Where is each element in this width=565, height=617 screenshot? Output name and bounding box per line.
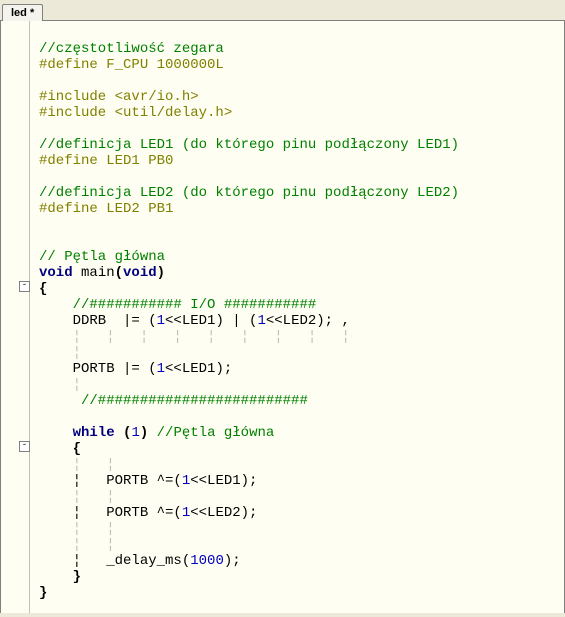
paren: ( (115, 425, 132, 441)
keyword-while: while (73, 425, 115, 441)
editor-gutter: - - (1, 21, 30, 613)
number: 1 (157, 361, 165, 377)
comment: //definicja LED1 (do którego pinu podłąc… (39, 137, 459, 153)
preproc-define: #define F_CPU 1000000L (39, 57, 224, 73)
stmt: ¦ PORTB ^=( (39, 505, 182, 521)
stmt: <<LED1); (165, 361, 232, 377)
paren: ) (140, 425, 157, 441)
indent-guide: ¦ ¦ (39, 457, 115, 473)
stmt: PORTB |= ( (39, 361, 157, 377)
keyword-void: void (39, 265, 73, 281)
paren: ( (115, 265, 123, 281)
stmt: ¦ PORTB ^=( (39, 473, 182, 489)
comment: //######################### (39, 393, 308, 409)
comment: //Pętla główna (157, 425, 275, 441)
keyword-void: void (123, 265, 157, 281)
stmt: <<LED1); (190, 473, 257, 489)
preproc-define: #define LED1 PB0 (39, 153, 173, 169)
stmt: <<LED1) | ( (165, 313, 257, 329)
stmt: <<LED2); , (266, 313, 350, 329)
indent-guide: ¦ ¦ (39, 537, 115, 553)
stmt: ¦ _delay_ms( (39, 553, 190, 569)
comment: //definicja LED2 (do którego pinu podłąc… (39, 185, 459, 201)
indent-guide (39, 409, 73, 425)
preproc-include: #include <util/delay.h> (39, 105, 232, 121)
comment: // Pętla główna (39, 249, 165, 265)
fold-icon[interactable]: - (19, 281, 30, 292)
indent-guide: ¦ ¦ ¦ ¦ ¦ ¦ ¦ ¦ ¦ (39, 329, 350, 345)
ident-main: main (73, 265, 115, 281)
stmt: <<LED2); (190, 505, 257, 521)
number: 1000 (190, 553, 224, 569)
tab-bar: led * (0, 0, 565, 21)
number: 1 (182, 505, 190, 521)
indent-guide: ¦ ¦ (39, 489, 115, 505)
brace-close: } (39, 569, 81, 585)
code-editor[interactable]: - - //częstotliwość zegara #define F_CPU… (0, 21, 565, 613)
indent-guide: ¦ (39, 345, 81, 361)
preproc-include: #include <avr/io.h> (39, 89, 199, 105)
stmt: DDRB |= ( (39, 313, 157, 329)
comment: //częstotliwość zegara (39, 41, 224, 57)
indent-guide: ¦ ¦ (39, 521, 115, 537)
brace-close: } (39, 585, 47, 601)
number: 1 (257, 313, 265, 329)
brace-open: { (39, 441, 81, 457)
paren: ) (157, 265, 165, 281)
indent-guide: ¦ (39, 377, 81, 393)
brace-open: { (39, 281, 47, 297)
number: 1 (131, 425, 139, 441)
number: 1 (182, 473, 190, 489)
code-area[interactable]: //częstotliwość zegara #define F_CPU 100… (39, 25, 459, 617)
comment: //########### I/O ########### (39, 297, 316, 313)
stmt: ); (224, 553, 241, 569)
fold-icon[interactable]: - (19, 441, 30, 452)
number: 1 (157, 313, 165, 329)
tab-led[interactable]: led * (2, 4, 43, 21)
preproc-define: #define LED2 PB1 (39, 201, 173, 217)
